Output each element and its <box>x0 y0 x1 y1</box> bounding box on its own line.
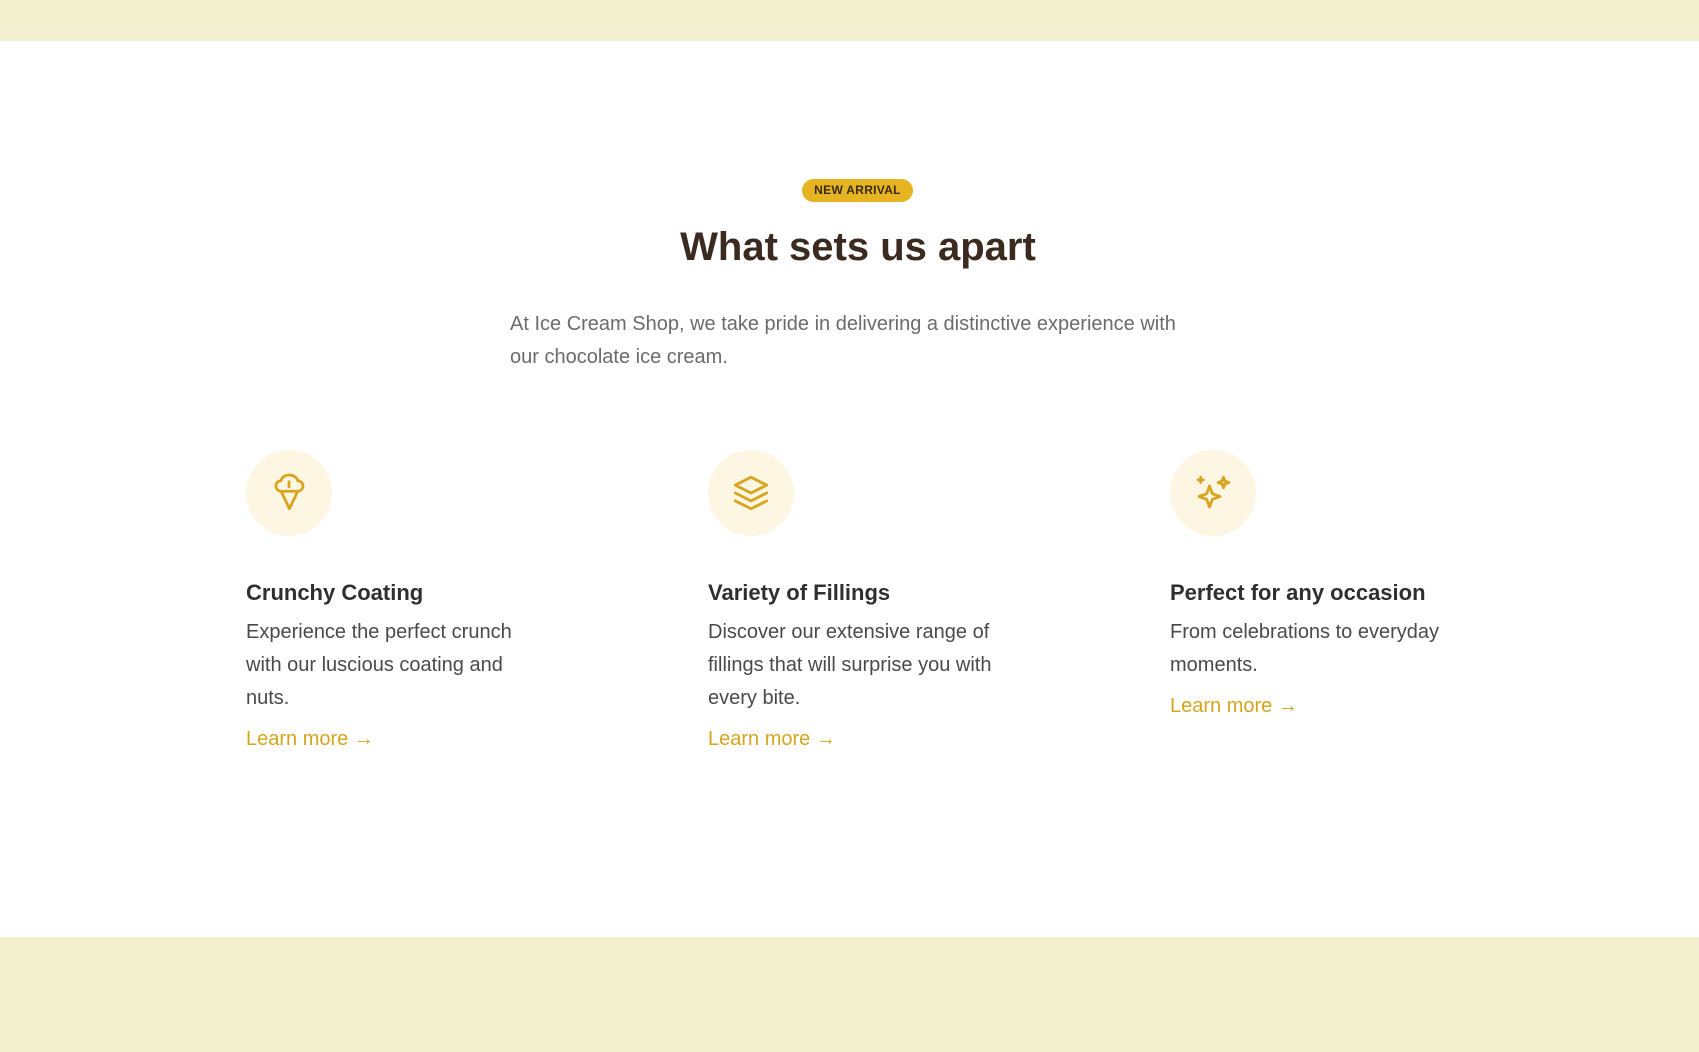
sparkles-icon <box>1170 450 1256 536</box>
feature-card-perfect-for-any-occasion: Perfect for any occasion From celebratio… <box>1170 450 1490 719</box>
feature-title: Variety of Fillings <box>708 580 891 605</box>
layers-icon <box>708 450 794 536</box>
feature-description: Discover our extensive range of fillings… <box>708 621 992 709</box>
section-intro: At Ice Cream Shop, we take pride in deli… <box>510 313 1176 368</box>
top-band <box>0 0 1699 41</box>
feature-card-variety-of-fillings: Variety of Fillings Discover our extensi… <box>708 450 1028 752</box>
bottom-band <box>0 937 1699 1052</box>
learn-more-link[interactable]: Learn more → <box>1170 693 1298 719</box>
learn-more-link[interactable]: Learn more → <box>708 726 836 752</box>
feature-card-crunchy-coating: Crunchy Coating Experience the perfect c… <box>246 450 566 752</box>
feature-description: From celebrations to everyday moments. <box>1170 621 1440 676</box>
ice-cream-icon <box>246 450 332 536</box>
feature-title: Perfect for any occasion <box>1170 580 1426 605</box>
new-arrival-badge: NEW ARRIVAL <box>802 179 913 202</box>
feature-description: Experience the perfect crunch with our l… <box>246 621 512 709</box>
feature-title: Crunchy Coating <box>246 580 424 605</box>
learn-more-link[interactable]: Learn more → <box>246 726 374 752</box>
section-title: What sets us apart <box>680 225 1036 269</box>
